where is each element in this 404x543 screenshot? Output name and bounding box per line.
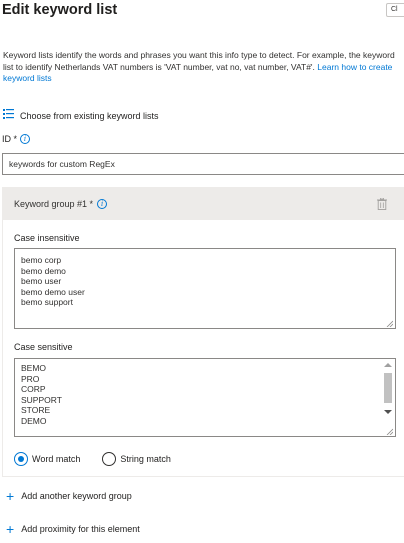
keyword-line: bemo user	[21, 276, 62, 286]
keyword-line: PRO	[21, 373, 40, 384]
resize-grip-icon[interactable]	[386, 427, 394, 436]
add-keyword-group-label: Add another keyword group	[21, 491, 132, 501]
panel-title: Edit keyword list	[2, 2, 118, 18]
description: Keyword lists identify the words and phr…	[3, 50, 403, 85]
keyword-line: STORE	[21, 405, 51, 415]
case-insensitive-textarea[interactable]: bemo corp bemo demo bemo user bemo demo …	[14, 248, 396, 329]
trash-icon[interactable]	[377, 197, 387, 210]
match-options: Word match String match	[14, 452, 171, 466]
keyword-line: bemo demo	[21, 265, 66, 276]
keyword-line: BEMO	[21, 363, 47, 373]
scroll-up-arrow-icon[interactable]	[384, 363, 392, 367]
add-proximity-label: Add proximity for this element	[21, 524, 140, 534]
scroll-down-arrow-icon[interactable]	[384, 410, 392, 414]
keyword-line: CORP	[21, 384, 46, 394]
info-icon[interactable]: i	[97, 199, 108, 209]
word-match-label[interactable]: Word match	[32, 454, 80, 464]
add-proximity-button[interactable]: + Add proximity for this element	[6, 521, 140, 537]
list-icon	[3, 109, 14, 122]
word-match-radio[interactable]	[14, 452, 28, 466]
case-insensitive-label: Case insensitive	[14, 233, 80, 243]
keyword-group-card: Keyword group #1 * i Case insensitive be…	[2, 187, 404, 477]
plus-icon: +	[6, 521, 15, 537]
string-match-label[interactable]: String match	[120, 454, 171, 464]
keyword-line: bemo demo user	[21, 286, 85, 297]
id-input[interactable]: keywords for custom RegEx	[2, 153, 404, 175]
plus-icon: +	[6, 488, 15, 504]
choose-existing-button[interactable]: Choose from existing keyword lists	[3, 109, 159, 122]
scrollbar[interactable]	[382, 360, 394, 426]
add-keyword-group-button[interactable]: + Add another keyword group	[6, 488, 132, 504]
info-icon[interactable]: i	[20, 134, 31, 144]
choose-existing-label: Choose from existing keyword lists	[20, 110, 159, 121]
keyword-line: DEMO	[21, 415, 47, 426]
keyword-line: bemo corp	[21, 255, 62, 265]
keyword-group-title: Keyword group #1 *	[14, 199, 94, 209]
id-label-text: ID *	[2, 134, 18, 144]
resize-grip-icon[interactable]	[386, 319, 394, 328]
case-sensitive-textarea[interactable]: BEMO PRO CORP SUPPORT STORE DEMO	[14, 358, 396, 437]
keyword-line: bemo support	[21, 297, 73, 307]
case-sensitive-label: Case sensitive	[14, 342, 73, 352]
keyword-group-header: Keyword group #1 * i	[3, 188, 404, 220]
string-match-radio[interactable]	[102, 452, 117, 466]
keyword-line: SUPPORT	[21, 394, 62, 405]
scrollbar-thumb[interactable]	[384, 373, 392, 403]
close-button[interactable]: Cl	[386, 3, 404, 17]
id-label: ID * i	[2, 134, 31, 144]
